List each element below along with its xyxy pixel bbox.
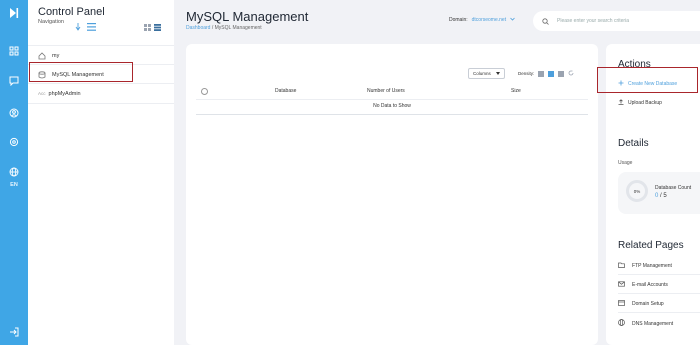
- table-header: Database Number of Users Size: [196, 88, 588, 98]
- breadcrumb-dashboard-link[interactable]: Dashboard: [186, 25, 210, 31]
- density-label: Density:: [518, 71, 535, 76]
- details-heading: Details: [618, 138, 649, 149]
- navigation-label: Navigation: [38, 19, 64, 25]
- view-toggle: [144, 18, 161, 36]
- search-input[interactable]: Please enter your search criteria: [557, 18, 629, 24]
- user-icon[interactable]: [6, 105, 22, 121]
- domain-label: Domain:: [449, 17, 468, 23]
- usage-percent: 0%: [633, 188, 641, 194]
- settings-icon[interactable]: [6, 134, 22, 150]
- list-view-icon[interactable]: [154, 18, 161, 36]
- search-bar[interactable]: Please enter your search criteria: [533, 11, 700, 31]
- related-divider: [618, 312, 700, 313]
- related-link-label: Domain Setup: [632, 301, 664, 307]
- database-table-card: Columns Density: Database Number of User…: [186, 44, 598, 345]
- related-link-label: FTP Management: [632, 263, 672, 269]
- density-comfortable-icon[interactable]: [558, 70, 565, 77]
- page-title: MySQL Management: [186, 9, 309, 24]
- related-link-ftp[interactable]: FTP Management: [618, 262, 672, 270]
- related-link-email[interactable]: E-mail Accounts: [618, 281, 668, 289]
- control-panel-sidebar: Control Panel Navigation my MySQL Manage…: [28, 0, 174, 345]
- select-all-checkbox[interactable]: [201, 88, 208, 95]
- navigation-controls: [75, 18, 96, 36]
- sidebar-item-label: phpMyAdmin: [48, 90, 81, 97]
- breadcrumb: Dashboard / MySQL Management: [186, 25, 262, 31]
- highlight-box-mysql: [29, 62, 133, 82]
- density-controls: Density:: [518, 70, 574, 77]
- empty-table-message: No Data to Show: [373, 103, 411, 109]
- dns-icon: [618, 319, 625, 328]
- breadcrumb-current: MySQL Management: [214, 25, 262, 31]
- caret-down-icon: [496, 71, 500, 76]
- related-pages-heading: Related Pages: [618, 240, 684, 251]
- upload-backup-label: Upload Backup: [628, 100, 662, 106]
- table-header-divider: [196, 99, 588, 100]
- density-compact-icon[interactable]: [538, 70, 545, 77]
- icon-rail: EN: [0, 0, 28, 345]
- density-standard-icon[interactable]: [548, 70, 555, 77]
- expand-icon[interactable]: [6, 5, 22, 21]
- logout-icon[interactable]: [6, 324, 22, 340]
- home-icon: [38, 51, 46, 60]
- globe-icon[interactable]: [6, 164, 22, 180]
- related-divider: [618, 293, 700, 294]
- table-bottom-divider: [196, 114, 588, 115]
- related-divider: [618, 274, 700, 275]
- phpmyadmin-prefix: Acc: [38, 91, 46, 96]
- search-icon: [542, 17, 549, 25]
- sort-down-icon[interactable]: [75, 18, 81, 36]
- usage-percent-ring: 0%: [626, 180, 648, 202]
- database-count-limit: 5: [663, 193, 667, 199]
- columns-button[interactable]: Columns: [468, 68, 505, 79]
- highlight-box-create-database: [597, 67, 698, 93]
- page-header: MySQL Management Dashboard / MySQL Manag…: [174, 0, 700, 44]
- columns-label: Columns: [473, 71, 491, 76]
- panel-title: Control Panel: [38, 6, 105, 18]
- related-link-dns[interactable]: DNS Management: [618, 319, 673, 328]
- refresh-icon[interactable]: [568, 70, 574, 77]
- usage-label: Usage: [618, 160, 633, 166]
- domain-icon: [618, 300, 625, 308]
- related-link-label: E-mail Accounts: [632, 282, 668, 288]
- domain-value[interactable]: dtcorseome.net: [472, 17, 506, 23]
- chat-icon[interactable]: [6, 73, 22, 89]
- chevron-down-icon[interactable]: [510, 17, 515, 23]
- sidebar-item-phpmyadmin[interactable]: Acc phpMyAdmin: [28, 83, 174, 104]
- column-header-users[interactable]: Number of Users: [367, 88, 405, 94]
- database-count-value: 0 / 5: [655, 193, 667, 199]
- domain-selector[interactable]: Domain: dtcorseome.net: [449, 17, 515, 23]
- mail-icon: [618, 281, 625, 289]
- upload-icon: [618, 99, 624, 107]
- upload-backup-button[interactable]: Upload Backup: [618, 99, 662, 107]
- language-label[interactable]: EN: [0, 182, 28, 188]
- sidebar-item-label: my: [52, 52, 60, 59]
- grid-icon[interactable]: [6, 43, 22, 59]
- related-link-domain-setup[interactable]: Domain Setup: [618, 300, 664, 308]
- folder-icon: [618, 262, 625, 270]
- database-usage-card: 0% Database Count 0 / 5: [618, 172, 700, 214]
- column-header-size[interactable]: Size: [511, 88, 521, 94]
- list-icon[interactable]: [87, 18, 96, 36]
- grid-view-icon[interactable]: [144, 18, 151, 36]
- database-count-label: Database Count: [655, 185, 692, 191]
- related-link-label: DNS Management: [632, 320, 674, 327]
- column-header-database[interactable]: Database: [275, 88, 296, 94]
